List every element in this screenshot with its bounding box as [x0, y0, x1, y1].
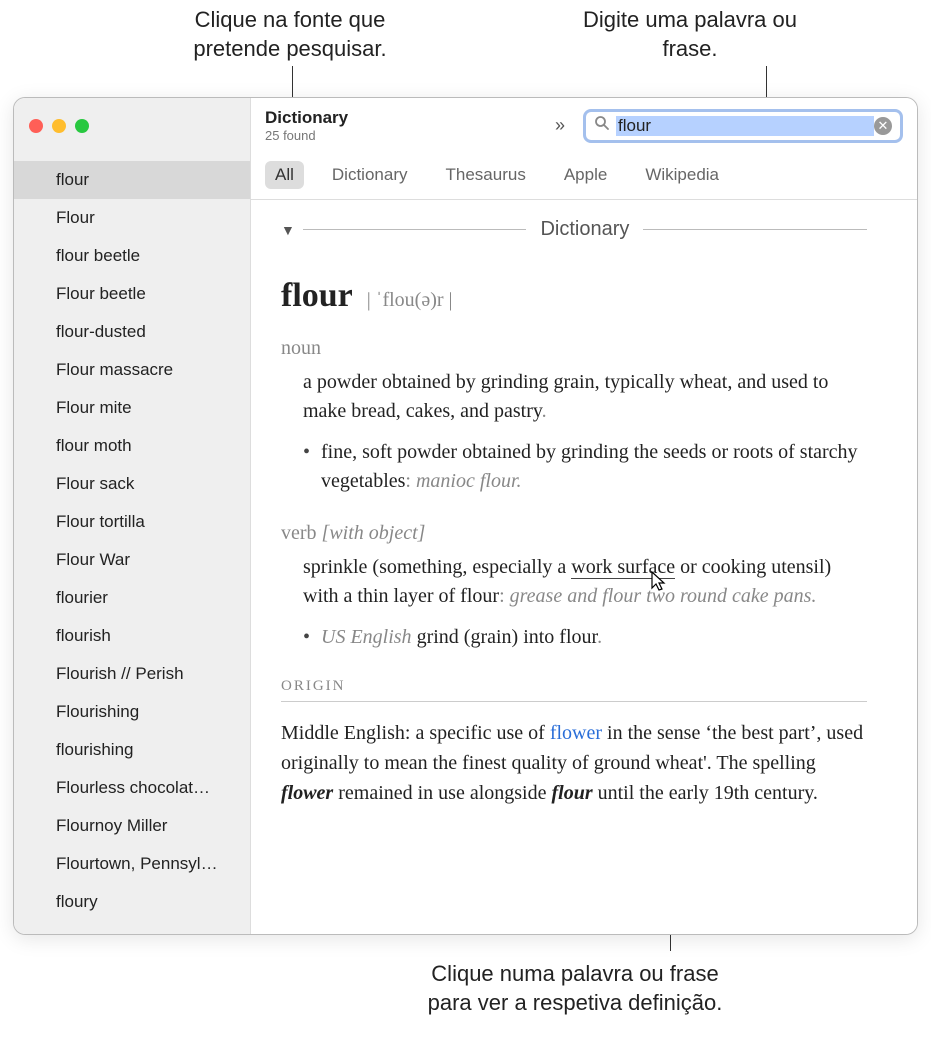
list-item[interactable]: flourish [14, 617, 250, 655]
list-item[interactable]: Flourishing [14, 693, 250, 731]
sidebar: flour Flour flour beetle Flour beetle fl… [14, 98, 251, 934]
list-item[interactable]: Flourtown, Pennsyl… [14, 845, 250, 883]
list-item[interactable]: flourier [14, 579, 250, 617]
callout-source: Clique na fonte que pretende pesquisar. [160, 6, 420, 63]
list-item[interactable]: flour [14, 161, 250, 199]
divider [281, 701, 867, 702]
list-item[interactable]: Flourish // Perish [14, 655, 250, 693]
noun-block: noun a powder obtained by grinding grain… [281, 337, 867, 496]
callout-search: Digite uma palavra ou frase. [570, 6, 810, 63]
list-item[interactable]: Flourless chocolat… [14, 769, 250, 807]
definition-text[interactable]: sprinkle (something, especially a work s… [303, 553, 867, 611]
tab-dictionary[interactable]: Dictionary [322, 161, 418, 189]
pos-verb: verb [with object] [281, 522, 867, 545]
tab-wikipedia[interactable]: Wikipedia [635, 161, 729, 189]
toolbar: Dictionary 25 found » ✕ [251, 98, 917, 153]
list-item[interactable]: flour beetle [14, 237, 250, 275]
window-controls [14, 98, 250, 153]
list-item[interactable]: Flour War [14, 541, 250, 579]
origin-link[interactable]: flower [550, 722, 602, 744]
list-item[interactable]: Flournoy Miller [14, 807, 250, 845]
disclosure-triangle-icon[interactable]: ▼ [281, 222, 295, 238]
definition-text[interactable]: fine, soft powder obtained by grinding t… [303, 438, 867, 496]
list-item[interactable]: flour moth [14, 427, 250, 465]
app-title: Dictionary [265, 108, 348, 128]
close-window-button[interactable] [29, 119, 43, 133]
list-item[interactable]: Flour mite [14, 389, 250, 427]
tab-apple[interactable]: Apple [554, 161, 617, 189]
origin-heading: ORIGIN [281, 678, 867, 695]
definition-content: ▼ Dictionary flour | ˈflou(ə)r | noun a … [251, 200, 917, 934]
results-count: 25 found [265, 128, 348, 143]
list-item[interactable]: Flour beetle [14, 275, 250, 313]
clear-icon[interactable]: ✕ [874, 117, 892, 135]
tab-thesaurus[interactable]: Thesaurus [436, 161, 536, 189]
list-item[interactable]: flourishing [14, 731, 250, 769]
list-item[interactable]: flour-dusted [14, 313, 250, 351]
cursor-icon [647, 570, 667, 600]
results-list: flour Flour flour beetle Flour beetle fl… [14, 153, 250, 921]
zoom-window-button[interactable] [75, 119, 89, 133]
dictionary-window: flour Flour flour beetle Flour beetle fl… [13, 97, 918, 935]
origin-text[interactable]: Middle English: a specific use of flower… [281, 718, 867, 808]
list-item[interactable]: Flour tortilla [14, 503, 250, 541]
headword-term: flour [281, 277, 353, 315]
search-icon [594, 115, 610, 136]
definition-text[interactable]: a powder obtained by grinding grain, typ… [303, 368, 867, 426]
list-item[interactable]: Flour massacre [14, 351, 250, 389]
search-input[interactable] [616, 116, 874, 136]
definition-text[interactable]: US English grind (grain) into flour. [303, 623, 867, 652]
search-box[interactable]: ✕ [583, 109, 903, 143]
main-pane: Dictionary 25 found » ✕ All Dictionary T… [251, 98, 917, 934]
minimize-window-button[interactable] [52, 119, 66, 133]
section-label: Dictionary [526, 218, 643, 241]
list-item[interactable]: Flour sack [14, 465, 250, 503]
verb-block: verb [with object] sprinkle (something, … [281, 522, 867, 652]
overflow-icon[interactable]: » [555, 115, 565, 136]
headword: flour | ˈflou(ə)r | [281, 277, 867, 315]
source-tabs: All Dictionary Thesaurus Apple Wikipedia [251, 153, 917, 200]
list-item[interactable]: Flour [14, 199, 250, 237]
entry: flour | ˈflou(ə)r | noun a powder obtain… [281, 277, 867, 808]
tab-all[interactable]: All [265, 161, 304, 189]
title-block: Dictionary 25 found [265, 108, 348, 143]
pos-noun: noun [281, 337, 867, 360]
list-item[interactable]: floury [14, 883, 250, 921]
callout-word: Clique numa palavra ou frase para ver a … [425, 960, 725, 1017]
section-header[interactable]: ▼ Dictionary [281, 218, 867, 241]
pronunciation: | ˈflou(ə)r | [367, 289, 453, 312]
